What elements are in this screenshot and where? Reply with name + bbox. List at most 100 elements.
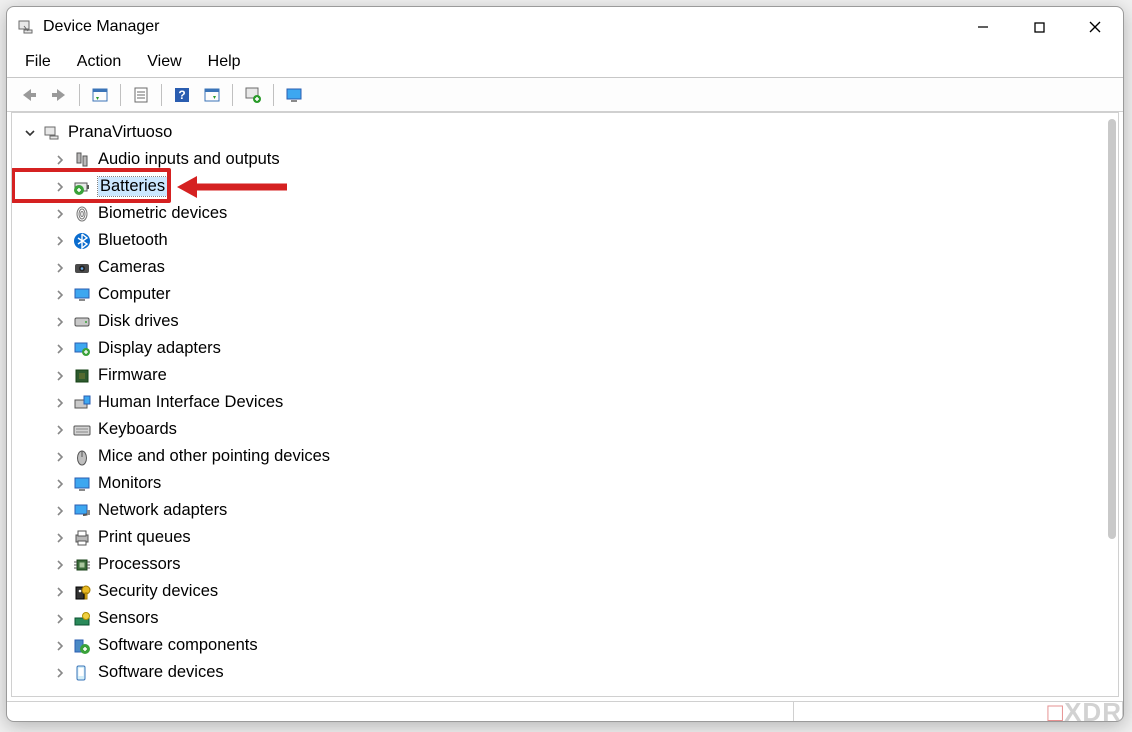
chevron-right-icon[interactable]: [52, 422, 68, 438]
minimize-button[interactable]: [955, 7, 1011, 47]
menu-view[interactable]: View: [135, 50, 193, 74]
display-icon: [72, 339, 92, 359]
chevron-right-icon[interactable]: [52, 152, 68, 168]
tree-item-label: Security devices: [98, 582, 218, 601]
tree-item-hid[interactable]: Human Interface Devices: [18, 389, 1102, 416]
remote-button[interactable]: [280, 82, 308, 108]
chevron-right-icon[interactable]: [52, 476, 68, 492]
firmware-icon: [72, 366, 92, 386]
chevron-right-icon[interactable]: [52, 503, 68, 519]
tree-item-firmware[interactable]: Firmware: [18, 362, 1102, 389]
back-button[interactable]: [15, 82, 43, 108]
maximize-button[interactable]: [1011, 7, 1067, 47]
tree-item-label: Network adapters: [98, 501, 227, 520]
tree-item-camera[interactable]: Cameras: [18, 254, 1102, 281]
show-hide-tree-button[interactable]: [86, 82, 114, 108]
tree-item-label: Cameras: [98, 258, 165, 277]
chevron-right-icon[interactable]: [52, 368, 68, 384]
chevron-right-icon[interactable]: [52, 206, 68, 222]
scrollbar[interactable]: [1108, 119, 1116, 539]
tree-item-battery[interactable]: Batteries: [18, 173, 1102, 200]
disk-icon: [72, 312, 92, 332]
tree-root[interactable]: PranaVirtuoso: [18, 119, 1102, 146]
statusbar: [7, 701, 1123, 721]
window-title: Device Manager: [43, 18, 160, 36]
tree-item-label: Computer: [98, 285, 170, 304]
tree-item-label: Software devices: [98, 663, 224, 682]
chevron-right-icon[interactable]: [52, 557, 68, 573]
chevron-right-icon[interactable]: [52, 395, 68, 411]
tree-item-label: Sensors: [98, 609, 159, 628]
menu-help[interactable]: Help: [196, 50, 253, 74]
properties-button[interactable]: [127, 82, 155, 108]
tree-item-audio[interactable]: Audio inputs and outputs: [18, 146, 1102, 173]
tree-item-label: Audio inputs and outputs: [98, 150, 280, 169]
chevron-right-icon[interactable]: [52, 260, 68, 276]
tree-item-label: Display adapters: [98, 339, 221, 358]
device-manager-window: Device Manager File Action View Help: [6, 6, 1124, 722]
chevron-right-icon[interactable]: [52, 314, 68, 330]
camera-icon: [72, 258, 92, 278]
tree-item-softdev[interactable]: Software devices: [18, 659, 1102, 686]
tree-item-label: Processors: [98, 555, 181, 574]
device-tree[interactable]: PranaVirtuoso Audio inputs and outputs Bat…: [18, 119, 1102, 696]
tree-item-security[interactable]: Security devices: [18, 578, 1102, 605]
tree-item-label: Mice and other pointing devices: [98, 447, 330, 466]
add-hardware-button[interactable]: [239, 82, 267, 108]
chevron-right-icon[interactable]: [52, 449, 68, 465]
chevron-right-icon[interactable]: [52, 611, 68, 627]
tree-item-network[interactable]: Network adapters: [18, 497, 1102, 524]
close-button[interactable]: [1067, 7, 1123, 47]
tree-item-processor[interactable]: Processors: [18, 551, 1102, 578]
toolbar-separator: [79, 84, 80, 106]
chevron-right-icon[interactable]: [52, 665, 68, 681]
network-icon: [72, 501, 92, 521]
toolbar-separator: [161, 84, 162, 106]
softdev-icon: [72, 663, 92, 683]
menu-action[interactable]: Action: [65, 50, 133, 74]
help-button[interactable]: ?: [168, 82, 196, 108]
softcomp-icon: [72, 636, 92, 656]
hid-icon: [72, 393, 92, 413]
chevron-right-icon[interactable]: [52, 584, 68, 600]
statusbar-pane-1: [7, 702, 794, 721]
mouse-icon: [72, 447, 92, 467]
tree-item-label: Software components: [98, 636, 258, 655]
tree-item-bluetooth[interactable]: Bluetooth: [18, 227, 1102, 254]
chevron-right-icon[interactable]: [52, 638, 68, 654]
tree-item-keyboard[interactable]: Keyboards: [18, 416, 1102, 443]
tree-item-label: Human Interface Devices: [98, 393, 283, 412]
tree-item-sensor[interactable]: Sensors: [18, 605, 1102, 632]
keyboard-icon: [72, 420, 92, 440]
tree-item-label: Disk drives: [98, 312, 179, 331]
forward-button[interactable]: [45, 82, 73, 108]
security-icon: [72, 582, 92, 602]
chevron-right-icon[interactable]: [52, 341, 68, 357]
tree-root-label: PranaVirtuoso: [68, 123, 172, 142]
tree-item-display[interactable]: Display adapters: [18, 335, 1102, 362]
scan-hardware-button[interactable]: [198, 82, 226, 108]
tree-item-label: Biometric devices: [98, 204, 227, 223]
chevron-down-icon[interactable]: [22, 125, 38, 141]
tree-item-label: Batteries: [98, 177, 167, 196]
chevron-right-icon[interactable]: [52, 179, 68, 195]
chevron-right-icon[interactable]: [52, 287, 68, 303]
tree-item-mouse[interactable]: Mice and other pointing devices: [18, 443, 1102, 470]
tree-area: PranaVirtuoso Audio inputs and outputs Bat…: [11, 112, 1119, 697]
sensor-icon: [72, 609, 92, 629]
toolbar-separator: [232, 84, 233, 106]
tree-item-printer[interactable]: Print queues: [18, 524, 1102, 551]
monitor-icon: [72, 474, 92, 494]
audio-icon: [72, 150, 92, 170]
tree-item-monitor[interactable]: Monitors: [18, 470, 1102, 497]
tree-item-computer[interactable]: Computer: [18, 281, 1102, 308]
menu-file[interactable]: File: [13, 50, 63, 74]
tree-item-label: Bluetooth: [98, 231, 168, 250]
chevron-right-icon[interactable]: [52, 530, 68, 546]
computer-icon: [72, 285, 92, 305]
tree-item-softcomp[interactable]: Software components: [18, 632, 1102, 659]
chevron-right-icon[interactable]: [52, 233, 68, 249]
tree-item-biometric[interactable]: Biometric devices: [18, 200, 1102, 227]
tree-item-disk[interactable]: Disk drives: [18, 308, 1102, 335]
computer-icon: [42, 123, 62, 143]
